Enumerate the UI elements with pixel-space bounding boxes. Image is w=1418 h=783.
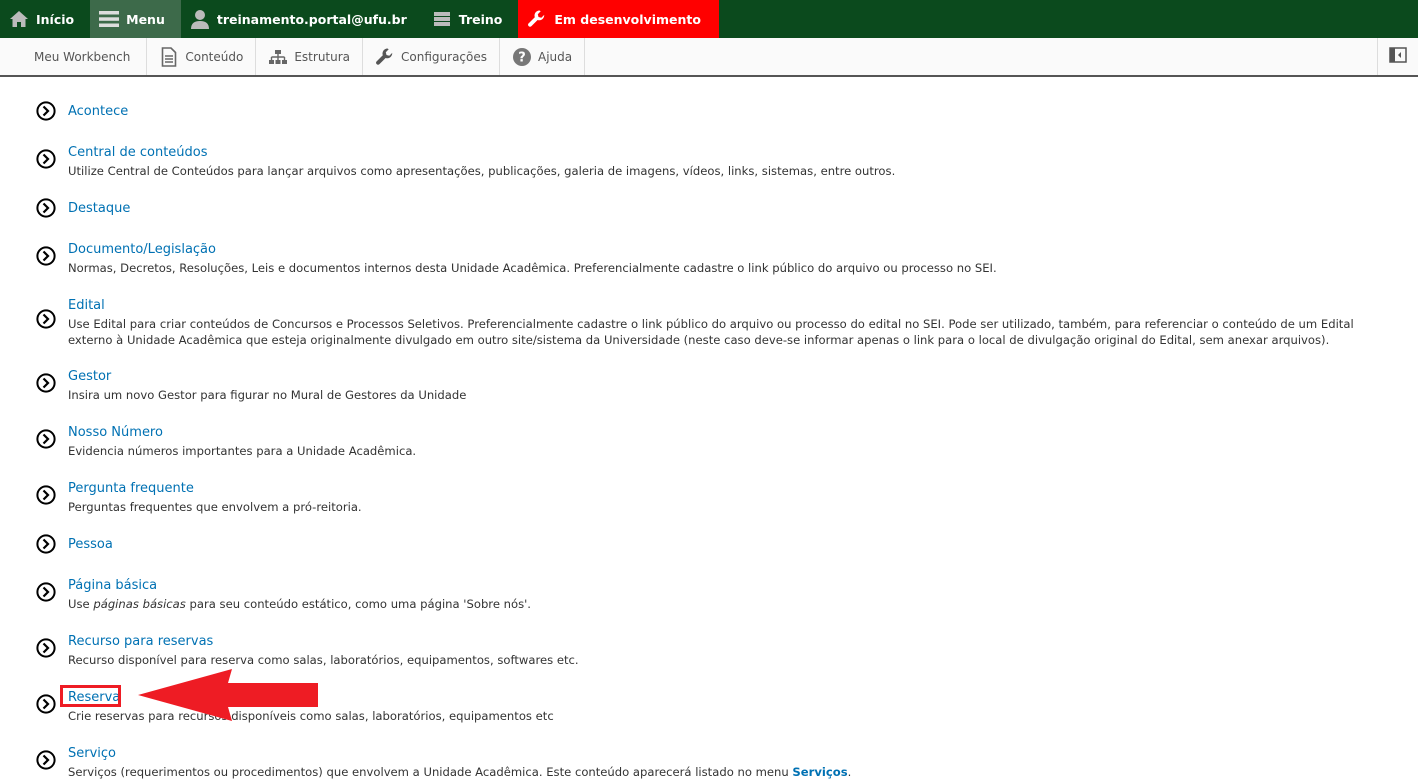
content-type-link[interactable]: Recurso para reservas: [68, 633, 213, 651]
admin-toolbar: Início Menu treinamento.portal@ufu.br Tr…: [0, 0, 1418, 38]
hamburger-icon: [98, 8, 120, 30]
tray-orientation-toggle[interactable]: [1377, 38, 1418, 75]
document-icon: [159, 46, 179, 67]
circle-arrow-icon: [36, 246, 56, 266]
circle-arrow-icon: [36, 750, 56, 770]
tray-estrutura-label: Estrutura: [294, 49, 351, 64]
help-icon: ?: [512, 47, 532, 67]
content-type-link[interactable]: Serviço: [68, 745, 116, 763]
tray-conteudo-label: Conteúdo: [185, 49, 244, 64]
desc-text: Serviços (requerimentos ou procedimentos…: [68, 765, 793, 779]
svg-text:?: ?: [518, 50, 526, 65]
toolbar-home[interactable]: Início: [0, 0, 90, 38]
desc-text: Use: [68, 597, 94, 611]
circle-arrow-icon: [36, 429, 56, 449]
sitemap-icon: [268, 47, 288, 67]
content-type-link[interactable]: Documento/Legislação: [68, 241, 216, 259]
tray-workbench[interactable]: Meu Workbench: [0, 38, 148, 75]
content-type-link[interactable]: Reserva: [68, 689, 120, 707]
content-type-link[interactable]: Destaque: [68, 200, 130, 218]
content-type-link[interactable]: Pessoa: [68, 536, 113, 554]
content-type-description: Serviços (requerimentos ou procedimentos…: [68, 764, 1388, 780]
server-icon: [431, 8, 453, 30]
wrench-icon: [526, 8, 548, 30]
content-type-link[interactable]: Pergunta frequente: [68, 480, 194, 498]
desc-text: para seu conteúdo estático, como uma pág…: [185, 597, 532, 611]
user-icon: [189, 8, 211, 30]
toolbar-treino-label: Treino: [458, 11, 503, 27]
toolbar-menu[interactable]: Menu: [90, 0, 181, 38]
circle-arrow-icon: [36, 101, 56, 121]
servicos-menu-link[interactable]: Serviços: [792, 764, 847, 780]
tray-configuracoes-label: Configurações: [401, 49, 487, 64]
content-type-description: Utilize Central de Conteúdos para lançar…: [68, 164, 896, 178]
toolbar-tray: Meu Workbench Conteúdo Estrutura Configu…: [0, 38, 1418, 77]
circle-arrow-icon: [36, 638, 56, 658]
content-type-description: Insira um novo Gestor para figurar no Mu…: [68, 388, 467, 402]
content-type-link[interactable]: Nosso Número: [68, 424, 163, 442]
circle-arrow-icon: [36, 694, 56, 714]
home-icon: [8, 8, 30, 30]
circle-arrow-icon: [36, 149, 56, 169]
tray-ajuda[interactable]: ? Ajuda: [500, 38, 586, 75]
content-type-description: Crie reservas para recursos disponíveis …: [68, 709, 554, 723]
toolbar-dev[interactable]: Em desenvolvimento: [518, 0, 719, 38]
content-type-link[interactable]: Central de conteúdos: [68, 144, 208, 162]
circle-arrow-icon: [36, 534, 56, 554]
circle-arrow-icon: [36, 309, 56, 329]
tray-estrutura[interactable]: Estrutura: [256, 38, 364, 75]
toolbar-user-label: treinamento.portal@ufu.br: [216, 11, 407, 27]
toolbar-treino[interactable]: Treino: [423, 0, 519, 38]
tray-ajuda-label: Ajuda: [538, 49, 573, 64]
wrench-icon: [375, 47, 395, 67]
toolbar-dev-label: Em desenvolvimento: [554, 11, 701, 27]
content-type-description: Use páginas básicas para seu conteúdo es…: [68, 596, 1388, 612]
desc-text: .: [847, 765, 852, 779]
tray-configuracoes[interactable]: Configurações: [363, 38, 500, 75]
toolbar-user[interactable]: treinamento.portal@ufu.br: [181, 0, 423, 38]
content-type-link[interactable]: Acontece: [68, 103, 128, 121]
tray-conteudo[interactable]: Conteúdo: [147, 38, 257, 75]
toolbar-home-label: Início: [36, 11, 75, 27]
tray-workbench-label: Meu Workbench: [34, 49, 131, 64]
content-type-link[interactable]: Gestor: [68, 368, 111, 386]
circle-arrow-icon: [36, 485, 56, 505]
content-type-description: Perguntas frequentes que envolvem a pró-…: [68, 500, 362, 514]
content-type-description: Use Edital para criar conteúdos de Concu…: [68, 317, 1354, 347]
circle-arrow-icon: [36, 373, 56, 393]
desc-emphasis: páginas básicas: [93, 597, 186, 611]
sidebar-toggle-icon: [1389, 46, 1407, 67]
content-type-description: Normas, Decretos, Resoluções, Leis e doc…: [68, 261, 997, 275]
content-type-link[interactable]: Edital: [68, 297, 105, 315]
content-type-link[interactable]: Página básica: [68, 577, 157, 595]
circle-arrow-icon: [36, 582, 56, 602]
circle-arrow-icon: [36, 198, 56, 218]
content-type-description: Recurso disponível para reserva como sal…: [68, 653, 579, 667]
toolbar-menu-label: Menu: [126, 11, 165, 27]
content-type-description: Evidencia números importantes para a Uni…: [68, 444, 417, 458]
